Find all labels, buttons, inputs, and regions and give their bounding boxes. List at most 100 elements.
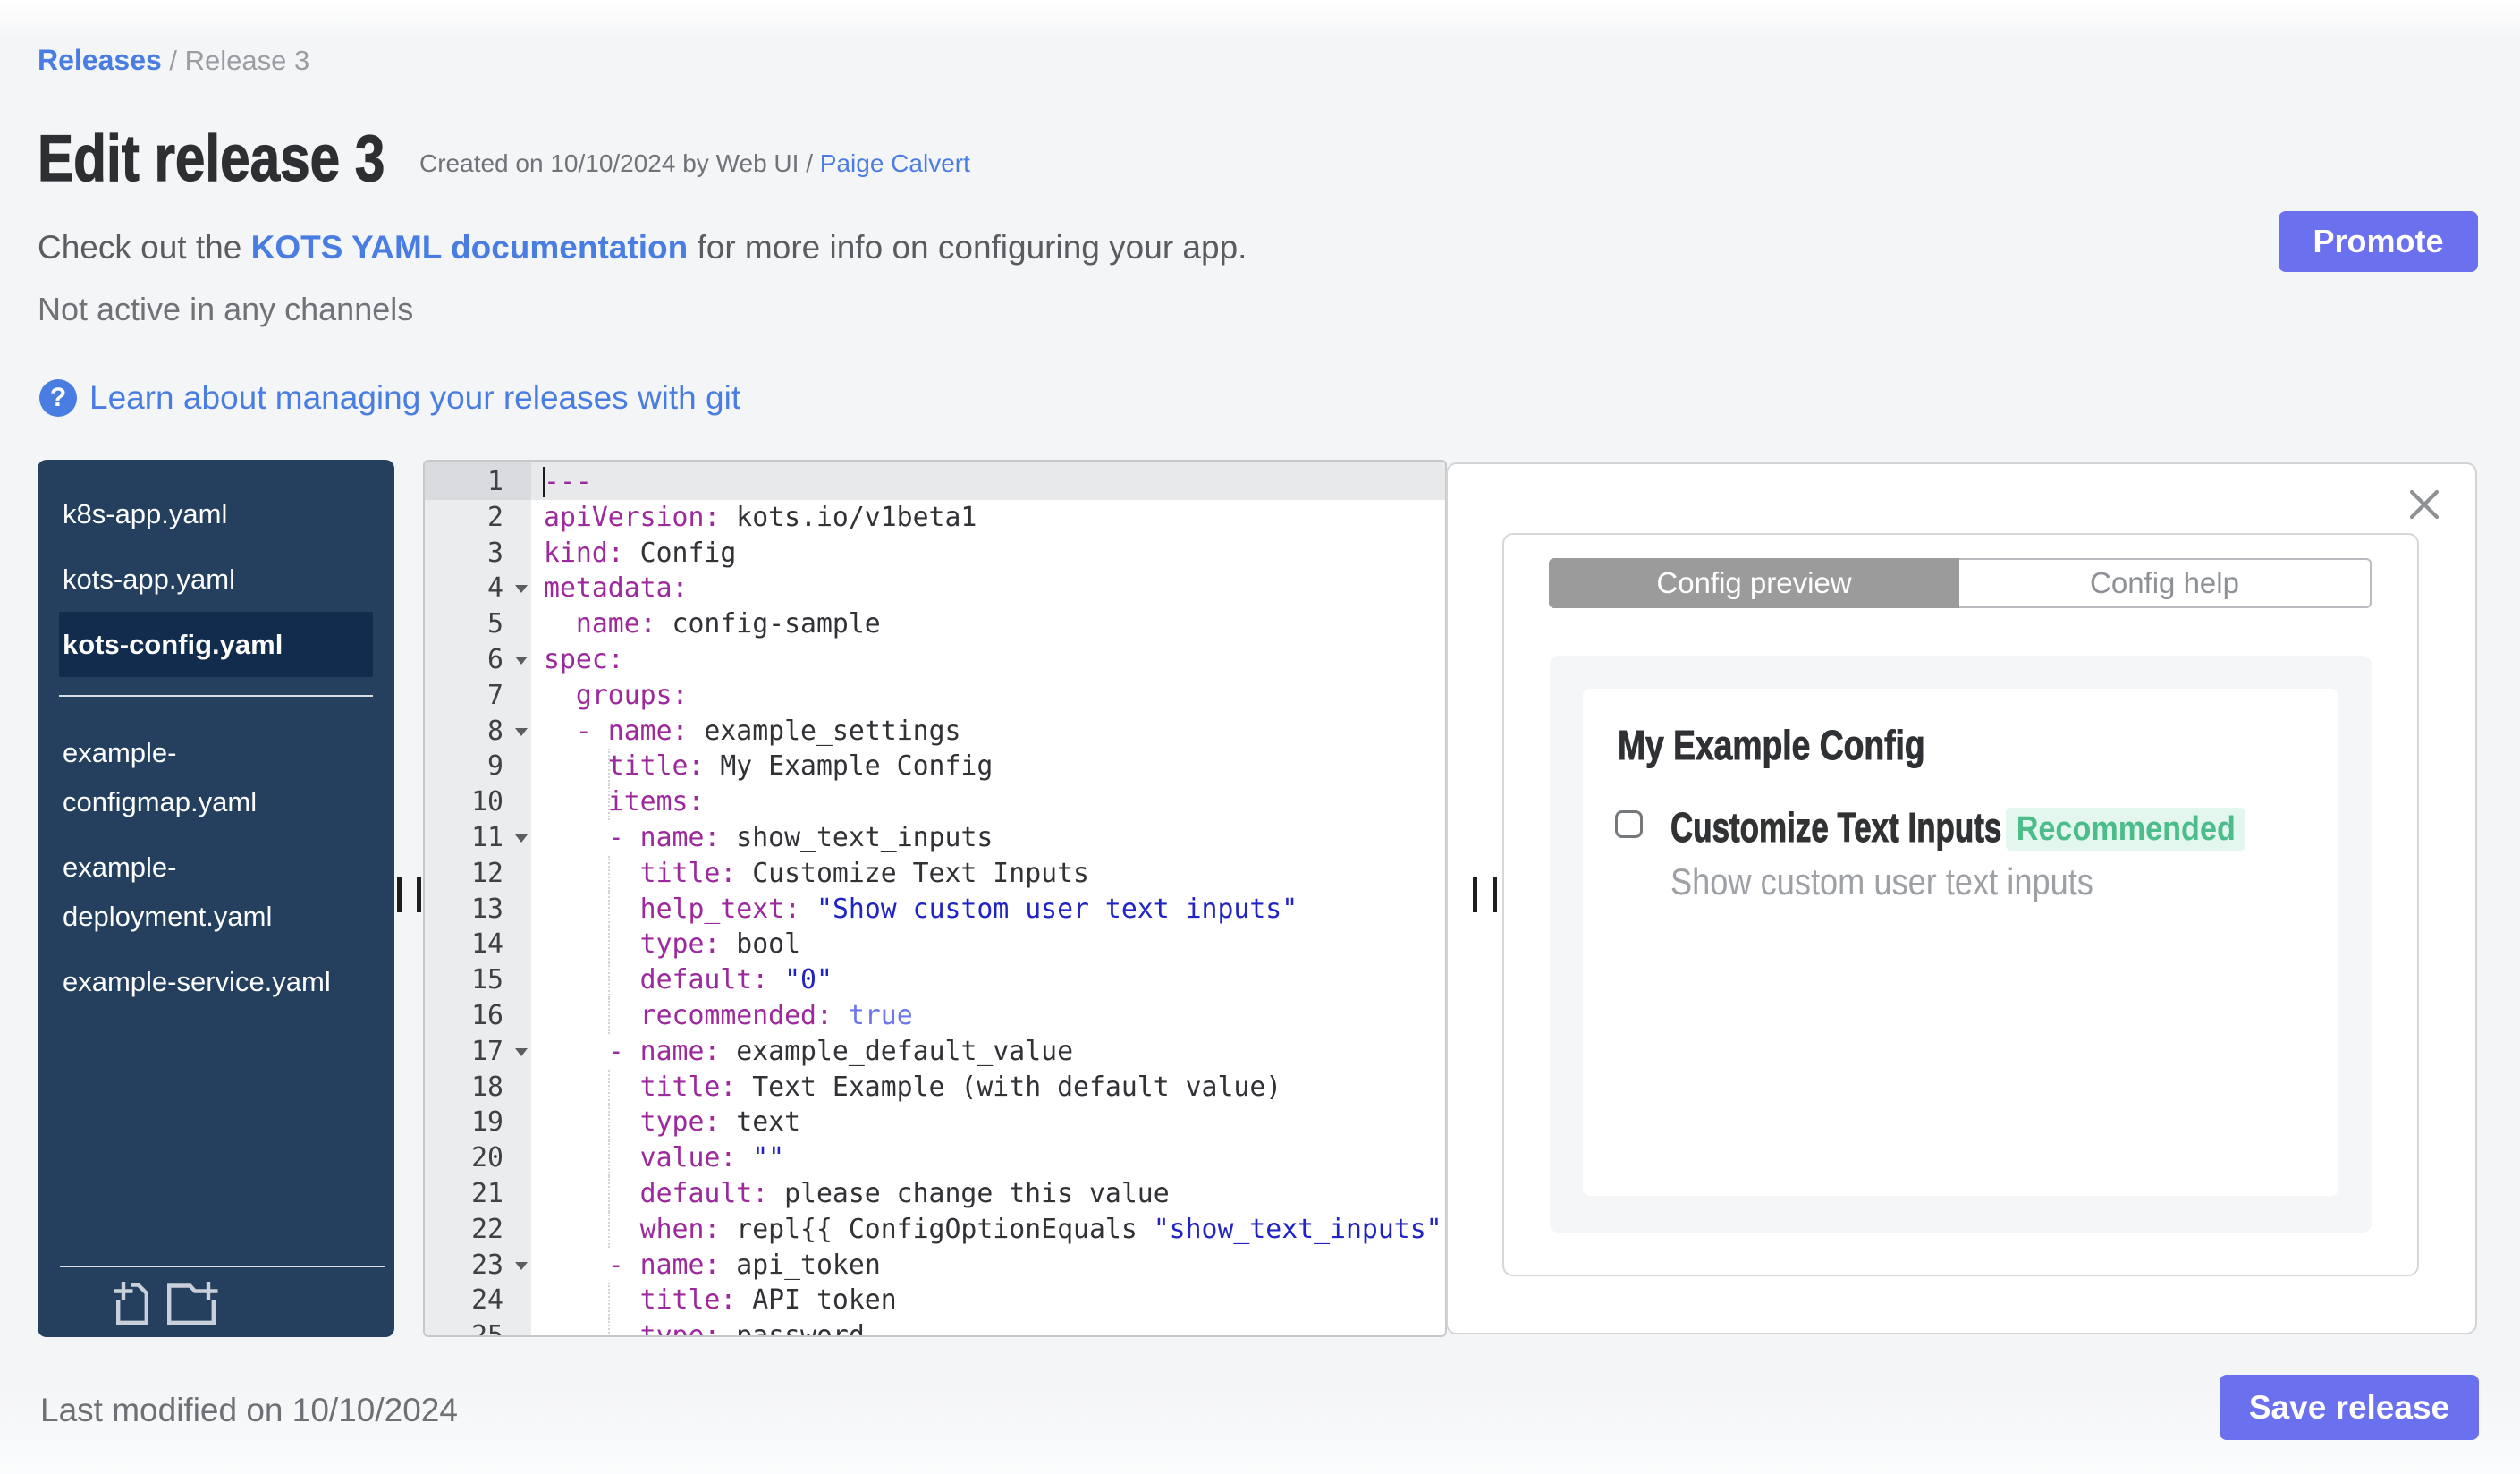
new-folder-icon[interactable] — [167, 1281, 219, 1325]
gutter-line-17: 17 — [425, 1034, 531, 1070]
gutter-line-22: 22 — [471, 1213, 503, 1245]
code-line-5[interactable]: name: config-sample — [531, 606, 1445, 642]
gutter-line-21: 21 — [471, 1177, 503, 1209]
indent-guide — [607, 1318, 610, 1335]
gutter-line-6: 6 — [425, 642, 531, 678]
indent-guide — [607, 1140, 610, 1176]
fold-arrow-icon[interactable] — [515, 834, 528, 843]
code-line-12[interactable]: title: Customize Text Inputs — [531, 855, 1445, 892]
file-item-k8s-app.yaml[interactable]: k8s-app.yaml — [59, 481, 373, 546]
preview-tabs: Config preview Config help — [1549, 558, 2372, 608]
gutter-line-13: 13 — [471, 893, 503, 925]
gutter-line-12: 12 — [471, 857, 503, 889]
created-author-link[interactable]: Paige Calvert — [820, 149, 970, 177]
editor-gutter: 1 2 3 4 5 6 7 8 9 10 11 12 13 14 15 16 17 18 19 20 21 22 23 24 2… — [425, 462, 531, 1335]
code-line-9[interactable]: title: My Example Config — [531, 749, 1445, 785]
text-cursor — [543, 467, 545, 497]
code-line-22[interactable]: when: repl{{ ConfigOptionEquals "show_te… — [531, 1211, 1445, 1248]
indent-guide — [607, 891, 610, 928]
code-line-20[interactable]: value: "" — [531, 1140, 1445, 1176]
gutter-line-4: 4 — [425, 571, 531, 606]
gutter-line-2: 2 — [487, 501, 503, 533]
resize-handle-left[interactable] — [397, 877, 421, 912]
page-title: Edit release 3 — [38, 122, 385, 195]
breadcrumb-current: Release 3 — [184, 45, 310, 76]
code-line-10[interactable]: items: — [531, 784, 1445, 820]
indent-guide — [607, 1211, 610, 1248]
code-line-17[interactable]: - name: example_default_value — [531, 1034, 1445, 1070]
editor-code-area[interactable]: --- apiVersion: kots.io/v1beta1 kind: Conf… — [531, 462, 1445, 1335]
code-line-23[interactable]: - name: api_token — [531, 1248, 1445, 1283]
indent-guide — [607, 927, 610, 963]
fold-arrow-icon[interactable] — [515, 727, 528, 736]
gutter-line-5: 5 — [487, 608, 503, 640]
gutter-line-9: 9 — [487, 750, 503, 783]
gutter-line-16: 16 — [471, 999, 503, 1031]
gutter-line-14: 14 — [471, 928, 503, 961]
learn-git-link[interactable]: Learn about managing your releases with … — [89, 379, 740, 417]
fold-arrow-icon[interactable] — [515, 1261, 528, 1270]
code-line-15[interactable]: default: "0" — [531, 962, 1445, 998]
gutter-line-8: 8 — [425, 714, 531, 750]
tab-config-preview[interactable]: Config preview — [1549, 558, 1959, 608]
indent-guide — [607, 1283, 610, 1319]
file-item-kots-config.yaml[interactable]: kots-config.yaml — [59, 612, 373, 677]
breadcrumb: Releases / Release 3 — [38, 44, 309, 77]
indent-guide — [607, 1069, 610, 1106]
resize-handle-right[interactable] — [1473, 877, 1497, 912]
fold-arrow-icon[interactable] — [515, 585, 528, 594]
code-line-18[interactable]: title: Text Example (with default value) — [531, 1069, 1445, 1106]
yaml-editor[interactable]: 1 2 3 4 5 6 7 8 9 10 11 12 13 14 15 16 17 18 19 20 21 22 23 24 2… — [423, 460, 1447, 1337]
code-line-13[interactable]: help_text: "Show custom user text inputs… — [531, 891, 1445, 928]
customize-text-inputs-checkbox[interactable] — [1615, 810, 1643, 838]
config-card: My Example Config Customize Text Inputs … — [1583, 689, 2338, 1196]
code-line-16[interactable]: recommended: true — [531, 997, 1445, 1034]
indent-guide — [607, 962, 610, 998]
code-line-11[interactable]: - name: show_text_inputs — [531, 820, 1445, 856]
sidebar-divider — [60, 1266, 385, 1267]
checkbox-label: Customize Text Inputs — [1670, 804, 2002, 851]
gutter-line-25: 25 — [471, 1320, 503, 1337]
tab-config-help[interactable]: Config help — [1959, 558, 2372, 608]
save-release-button[interactable]: Save release — [2220, 1375, 2479, 1440]
code-line-7[interactable]: groups: — [531, 678, 1445, 714]
new-file-icon[interactable] — [114, 1281, 148, 1325]
channel-status: Not active in any channels — [38, 291, 414, 327]
gutter-line-7: 7 — [487, 679, 503, 711]
code-line-8[interactable]: - name: example_settings — [531, 714, 1445, 750]
code-line-25[interactable]: type: password — [531, 1318, 1445, 1335]
fold-arrow-icon[interactable] — [515, 1047, 528, 1056]
code-line-2[interactable]: apiVersion: kots.io/v1beta1 — [531, 500, 1445, 536]
gutter-line-19: 19 — [471, 1106, 503, 1139]
code-line-6[interactable]: spec: — [531, 642, 1445, 678]
kots-docs-link[interactable]: KOTS YAML documentation — [251, 229, 689, 266]
file-item-example-deployment.yaml[interactable]: example-deployment.yaml — [59, 834, 373, 949]
breadcrumb-releases-link[interactable]: Releases — [38, 44, 162, 76]
file-item-example-configmap.yaml[interactable]: example-configmap.yaml — [59, 720, 373, 834]
gutter-line-20: 20 — [471, 1142, 503, 1174]
config-group-title: My Example Config — [1618, 722, 1925, 769]
kots-docs-prefix: Check out the — [38, 229, 251, 266]
code-line-1[interactable]: --- — [531, 464, 1445, 500]
code-line-19[interactable]: type: text — [531, 1105, 1445, 1141]
file-item-example-service.yaml[interactable]: example-service.yaml — [59, 949, 373, 1014]
kots-docs-line: Check out the KOTS YAML documentation fo… — [38, 229, 1247, 267]
recommended-badge: Recommended — [2006, 808, 2246, 851]
gutter-line-1: 1 — [425, 464, 531, 500]
created-info: Created on 10/10/2024 by Web UI / Paige … — [419, 149, 970, 178]
file-item-kots-app.yaml[interactable]: kots-app.yaml — [59, 546, 373, 612]
code-line-21[interactable]: default: please change this value — [531, 1175, 1445, 1212]
indent-guide — [607, 1105, 610, 1141]
code-line-24[interactable]: title: API token — [531, 1283, 1445, 1319]
config-preview-box: Config preview Config help My Example Con… — [1502, 533, 2419, 1276]
close-icon[interactable] — [2408, 488, 2440, 521]
fold-arrow-icon[interactable] — [515, 656, 528, 665]
checkbox-help-text: Show custom user text inputs — [1670, 860, 2093, 902]
promote-button[interactable]: Promote — [2279, 211, 2478, 272]
code-line-3[interactable]: kind: Config — [531, 536, 1445, 572]
file-list: k8s-app.yaml kots-app.yaml kots-config.yam… — [38, 460, 394, 1014]
code-line-14[interactable]: type: bool — [531, 927, 1445, 963]
file-sidebar: k8s-app.yaml kots-app.yaml kots-config.yam… — [38, 460, 394, 1337]
code-line-4[interactable]: metadata: — [531, 571, 1445, 606]
last-modified-text: Last modified on 10/10/2024 — [40, 1392, 458, 1428]
